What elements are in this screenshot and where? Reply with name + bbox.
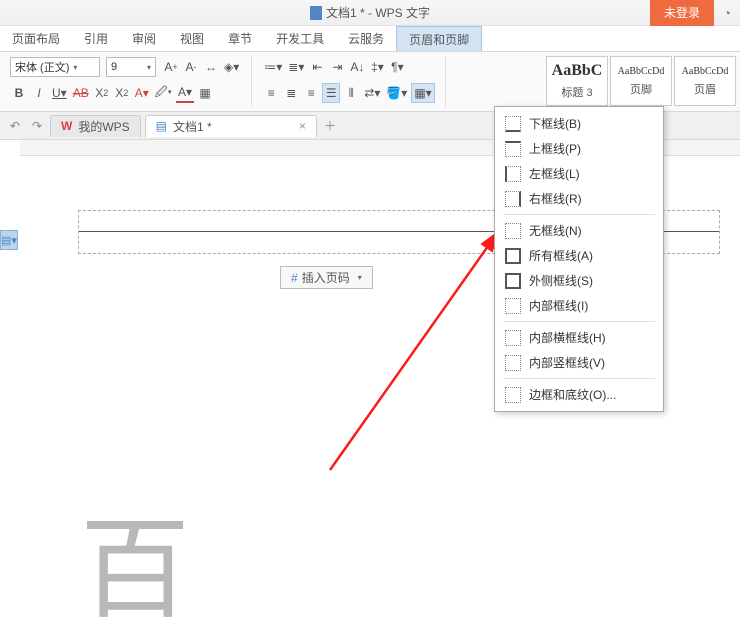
- increase-indent-button[interactable]: ⇥: [328, 57, 346, 77]
- subscript-button[interactable]: X2: [113, 83, 131, 103]
- document-body-text[interactable]: 百: [80, 480, 190, 640]
- title-label: 文档1 * - WPS 文字: [326, 4, 430, 21]
- clear-format-button[interactable]: ◈▾: [222, 57, 241, 77]
- border-inside-item[interactable]: 内部框线(I): [497, 293, 661, 318]
- styles-gallery: AaBbC 标题 3 AaBbCcDd 页脚 AaBbCcDd 页眉: [546, 56, 736, 106]
- divider: [251, 56, 252, 107]
- new-tab-button[interactable]: ＋: [321, 117, 339, 135]
- nav-pane-toggle[interactable]: ▤▾: [0, 230, 18, 250]
- tab-my-wps[interactable]: W 我的WPS: [50, 115, 141, 137]
- font-name-combo[interactable]: 宋体 (正文) ▾: [10, 57, 100, 77]
- border-right-item[interactable]: 右框线(R): [497, 186, 661, 211]
- border-dropdown-menu: 下框线(B) 上框线(P) 左框线(L) 右框线(R) 无框线(N) 所有框线(…: [494, 106, 664, 412]
- style-footer[interactable]: AaBbCcDd 页脚: [610, 56, 672, 106]
- border-none-item[interactable]: 无框线(N): [497, 218, 661, 243]
- border-left-item[interactable]: 左框线(L): [497, 161, 661, 186]
- shading-button[interactable]: 🪣▾: [384, 83, 409, 103]
- wps-logo-icon: W: [61, 119, 72, 133]
- border-bottom-icon: [505, 116, 521, 132]
- sort-button[interactable]: A↓: [348, 57, 366, 77]
- char-shading-button[interactable]: ▦: [196, 83, 214, 103]
- bullets-button[interactable]: ≔▾: [262, 57, 284, 77]
- border-inside-v-icon: [505, 355, 521, 371]
- login-button[interactable]: 未登录: [650, 0, 714, 26]
- decrease-indent-button[interactable]: ⇤: [308, 57, 326, 77]
- border-none-icon: [505, 223, 521, 239]
- menu-review[interactable]: 审阅: [120, 26, 168, 51]
- menu-bar: 页面布局 引用 审阅 视图 章节 开发工具 云服务 页眉和页脚: [0, 26, 740, 52]
- chevron-down-icon: ▾: [147, 63, 151, 72]
- numbering-button[interactable]: ≣▾: [286, 57, 306, 77]
- decrease-font-button[interactable]: A-: [182, 57, 200, 77]
- redo-button[interactable]: ↷: [28, 117, 46, 135]
- border-left-icon: [505, 166, 521, 182]
- menu-reference[interactable]: 引用: [72, 26, 120, 51]
- border-and-shading-item[interactable]: 边框和底纹(O)...: [497, 382, 661, 407]
- page-number-icon: #: [291, 271, 298, 285]
- style-header[interactable]: AaBbCcDd 页眉: [674, 56, 736, 106]
- menu-separator: [503, 378, 655, 379]
- increase-font-button[interactable]: A+: [162, 57, 180, 77]
- change-case-button[interactable]: ↔: [202, 57, 220, 77]
- close-icon[interactable]: ×: [299, 119, 306, 133]
- menu-view[interactable]: 视图: [168, 26, 216, 51]
- tab-doc1[interactable]: ▤ 文档1 * ×: [145, 115, 317, 137]
- text-color-button[interactable]: A▾: [133, 83, 151, 103]
- indent-button[interactable]: ⇄▾: [362, 83, 382, 103]
- font-size-value: 9: [111, 61, 117, 73]
- doc-icon: ▤: [156, 119, 167, 133]
- menu-devtools[interactable]: 开发工具: [264, 26, 336, 51]
- menu-chapter[interactable]: 章节: [216, 26, 264, 51]
- border-dialog-icon: [505, 387, 521, 403]
- title-bar: 文档1 * - WPS 文字 未登录 ◔: [0, 0, 740, 26]
- border-inside-h-item[interactable]: 内部横框线(H): [497, 325, 661, 350]
- style-heading3[interactable]: AaBbC 标题 3: [546, 56, 608, 106]
- strikethrough-button[interactable]: AB: [71, 83, 91, 103]
- font-color-button[interactable]: A▾: [176, 83, 194, 103]
- border-all-icon: [505, 248, 521, 264]
- undo-button[interactable]: ↶: [6, 117, 24, 135]
- chevron-down-icon: ▾: [73, 63, 77, 72]
- nav-icon: ▤▾: [1, 234, 17, 247]
- menu-separator: [503, 321, 655, 322]
- menu-header-footer[interactable]: 页眉和页脚: [396, 26, 482, 51]
- border-all-item[interactable]: 所有框线(A): [497, 243, 661, 268]
- border-outside-icon: [505, 273, 521, 289]
- align-justify-button[interactable]: ☰: [322, 83, 340, 103]
- border-outside-item[interactable]: 外侧框线(S): [497, 268, 661, 293]
- divider: [445, 56, 446, 107]
- border-top-item[interactable]: 上框线(P): [497, 136, 661, 161]
- menu-separator: [503, 214, 655, 215]
- font-name-value: 宋体 (正文): [15, 59, 69, 75]
- superscript-button[interactable]: X2: [93, 83, 111, 103]
- underline-button[interactable]: U▾: [50, 83, 69, 103]
- border-inside-icon: [505, 298, 521, 314]
- title-text: 文档1 * - WPS 文字: [310, 4, 430, 21]
- highlight-button[interactable]: 🖉▾: [153, 83, 174, 103]
- align-center-button[interactable]: ≣: [282, 83, 300, 103]
- ribbon: 宋体 (正文) ▾ 9 ▾ A+ A- ↔ ◈▾ B I U▾ AB X2 X2…: [0, 52, 740, 112]
- line-spacing-button[interactable]: ‡▾: [368, 57, 386, 77]
- show-marks-button[interactable]: ¶▾: [388, 57, 406, 77]
- user-icon[interactable]: ◔: [714, 0, 740, 26]
- border-inside-h-icon: [505, 330, 521, 346]
- border-top-icon: [505, 141, 521, 157]
- font-size-combo[interactable]: 9 ▾: [106, 57, 156, 77]
- chevron-down-icon: ▾: [358, 273, 362, 282]
- border-inside-v-item[interactable]: 内部竖框线(V): [497, 350, 661, 375]
- border-bottom-item[interactable]: 下框线(B): [497, 111, 661, 136]
- insert-page-number-button[interactable]: # 插入页码 ▾: [280, 266, 373, 289]
- align-right-button[interactable]: ≡: [302, 83, 320, 103]
- border-button[interactable]: ▦▾: [411, 83, 434, 103]
- bold-button[interactable]: B: [10, 83, 28, 103]
- border-right-icon: [505, 191, 521, 207]
- menu-cloud[interactable]: 云服务: [336, 26, 396, 51]
- italic-button[interactable]: I: [30, 83, 48, 103]
- doc-icon: [310, 6, 322, 20]
- distribute-button[interactable]: ⫴: [342, 83, 360, 103]
- align-left-button[interactable]: ≡: [262, 83, 280, 103]
- menu-page-layout[interactable]: 页面布局: [0, 26, 72, 51]
